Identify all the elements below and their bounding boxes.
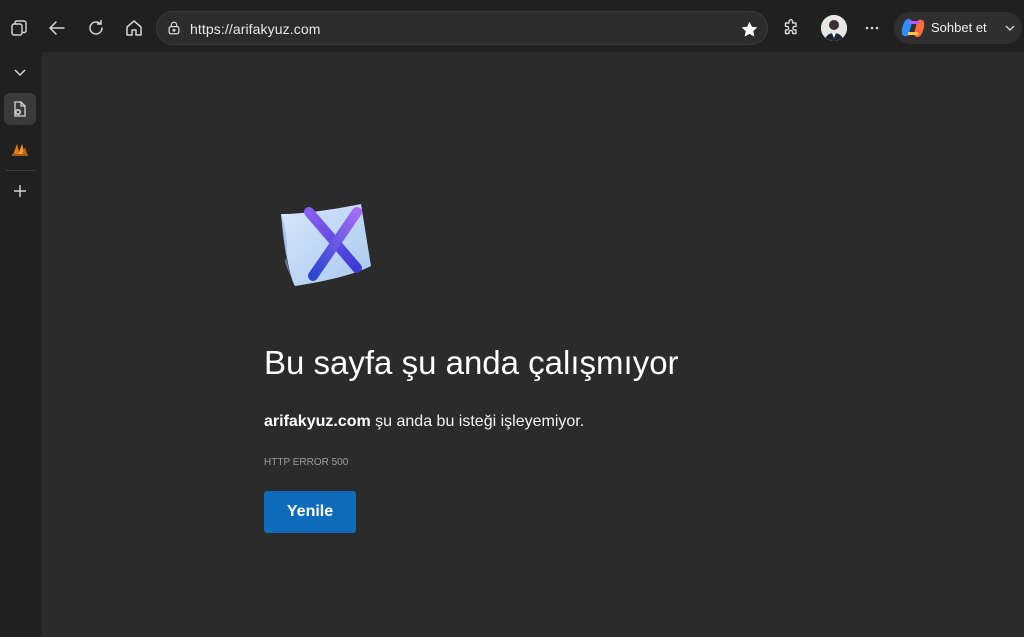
home-icon[interactable] <box>118 12 150 44</box>
browser-toolbar: https://arifakyuz.com Sohbet et <box>0 0 1024 56</box>
chevron-down-icon[interactable] <box>1004 22 1016 34</box>
error-message: arifakyuz.com şu anda bu isteği işleyemi… <box>264 413 584 431</box>
page-content: Bu sayfa şu anda çalışmıyor arifakyuz.co… <box>43 52 1024 637</box>
error-title: Bu sayfa şu anda çalışmıyor <box>264 344 679 381</box>
refresh-icon[interactable] <box>80 12 112 44</box>
error-page-tab-icon[interactable] <box>4 93 36 125</box>
tab-divider <box>6 170 36 171</box>
extensions-icon[interactable] <box>775 12 807 44</box>
url-text[interactable]: https://arifakyuz.com <box>190 21 320 37</box>
back-icon[interactable] <box>41 12 73 44</box>
workspaces-icon[interactable] <box>3 12 35 44</box>
more-menu-icon[interactable] <box>856 12 888 44</box>
address-bar[interactable]: https://arifakyuz.com <box>156 11 768 45</box>
error-illustration-icon <box>281 204 371 286</box>
vertical-tab-strip <box>0 56 43 637</box>
reload-button[interactable]: Yenile <box>264 491 356 533</box>
copilot-label: Sohbet et <box>931 20 987 35</box>
error-message-text: şu anda bu isteği işleyemiyor. <box>370 413 585 430</box>
error-code: HTTP ERROR 500 <box>264 457 349 468</box>
new-tab-icon[interactable] <box>4 175 36 207</box>
copilot-chat-button[interactable]: Sohbet et <box>894 12 1022 44</box>
lock-icon[interactable] <box>165 19 183 37</box>
site-tab-icon[interactable] <box>4 133 36 165</box>
error-domain: arifakyuz.com <box>264 413 371 430</box>
copilot-icon <box>901 18 925 38</box>
favorite-star-icon[interactable] <box>737 17 761 41</box>
collapse-chevron-icon[interactable] <box>4 56 36 88</box>
profile-avatar[interactable] <box>821 15 847 41</box>
